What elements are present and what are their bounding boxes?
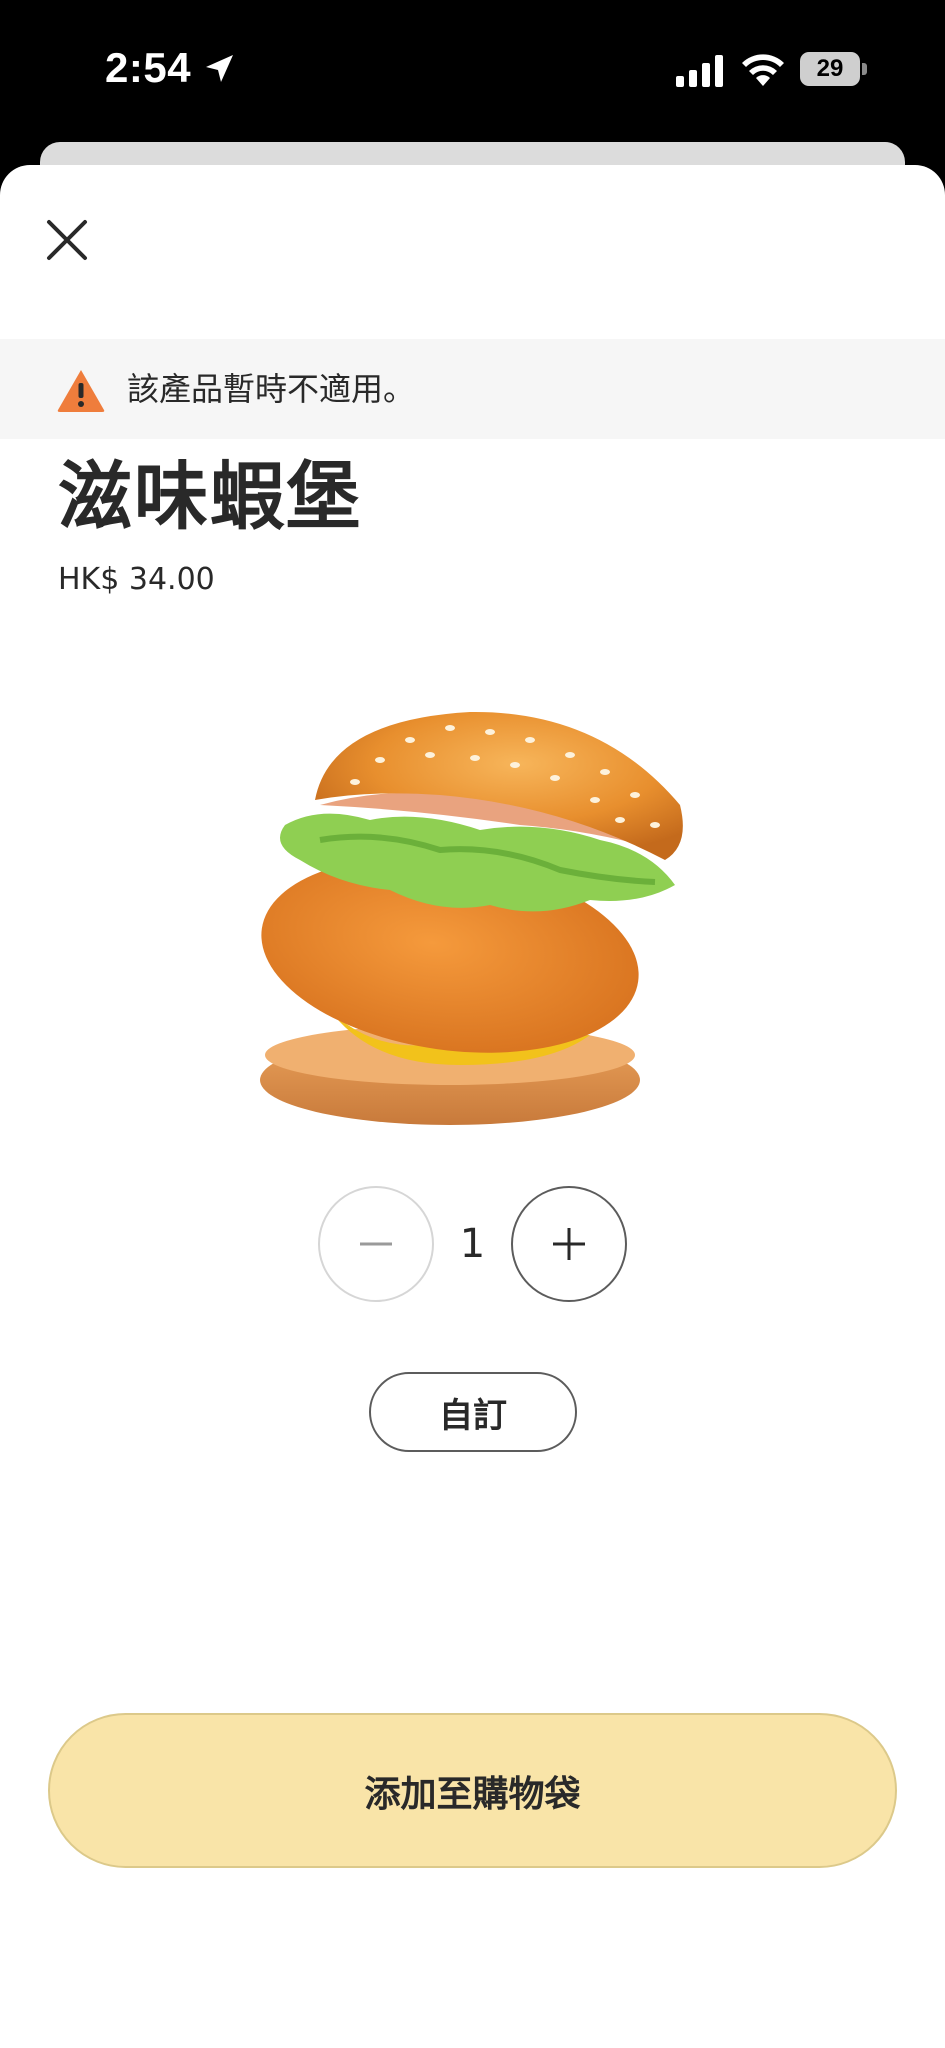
status-time: 2:54 (105, 44, 192, 91)
warning-triangle-icon (57, 370, 105, 412)
location-arrow-icon (206, 55, 233, 82)
customize-button[interactable]: 自訂 (369, 1372, 577, 1452)
add-to-bag-button[interactable]: 添加至購物袋 (48, 1713, 897, 1868)
decrease-quantity-button[interactable] (318, 1186, 434, 1302)
product-sheet: 該產品暫時不適用。 滋味蝦堡 HK$ 34.00 1 自訂 添加至購物袋 (0, 165, 945, 2048)
burger-image (260, 711, 683, 1125)
battery-level: 29 (800, 52, 860, 86)
status-bar: 2:54 29 (0, 0, 945, 140)
product-title: 滋味蝦堡 (58, 454, 362, 540)
quantity-value: 1 (459, 1221, 486, 1267)
close-icon (47, 220, 87, 260)
increase-quantity-button[interactable] (511, 1186, 627, 1302)
minus-icon (360, 1242, 392, 1246)
product-price: HK$ 34.00 (58, 562, 215, 597)
plus-icon (553, 1228, 585, 1260)
quantity-stepper: 1 (318, 1186, 628, 1302)
battery-icon: 29 (800, 52, 868, 86)
unavailable-banner: 該產品暫時不適用。 (0, 339, 945, 439)
battery-cap (862, 63, 867, 75)
unavailable-message: 該產品暫時不適用。 (127, 370, 416, 408)
cellular-signal-icon (676, 55, 723, 87)
close-button[interactable] (34, 207, 100, 273)
wifi-icon (742, 54, 784, 86)
